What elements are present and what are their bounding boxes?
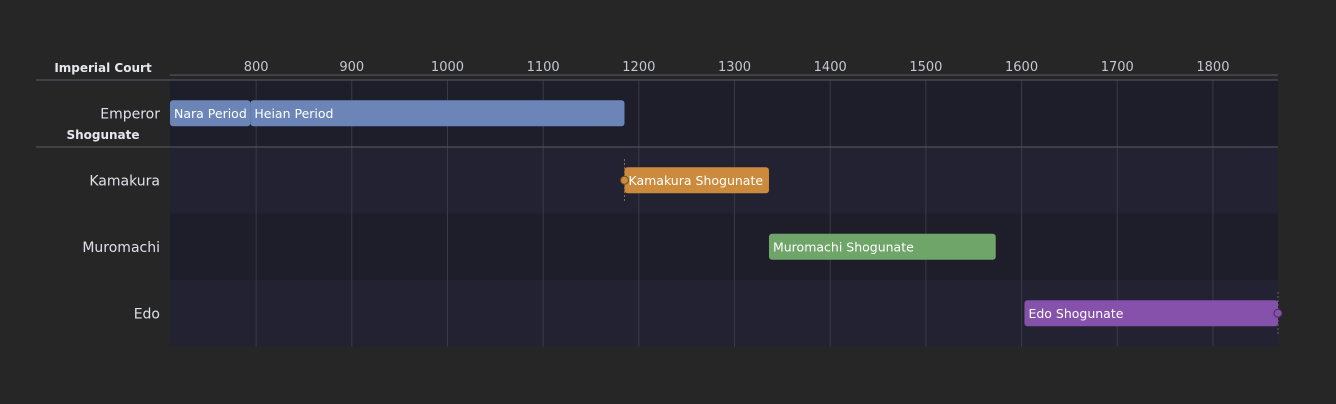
bar-label-edo-shogunate: Edo Shogunate: [1028, 306, 1123, 321]
tick-label-1100: 1100: [527, 60, 560, 75]
tick-label-1700: 1700: [1101, 60, 1134, 75]
bar-label-nara-period: Nara Period: [174, 106, 247, 121]
tick-label-1200: 1200: [622, 60, 655, 75]
tick-label-1400: 1400: [814, 60, 847, 75]
x-axis-ticks: 800 900 1000 1100 1200 1300 1400 1500 1600 1700 18…: [170, 60, 1278, 76]
tick-label-1600: 1600: [1005, 60, 1038, 75]
row-label-edo: Edo: [134, 306, 160, 322]
bar-heian-period: Heian Period: [250, 100, 625, 127]
bar-label-heian-period: Heian Period: [254, 106, 333, 121]
tick-label-900: 900: [339, 60, 364, 75]
row-label-muromachi: Muromachi: [82, 240, 160, 256]
tick-label-1800: 1800: [1196, 60, 1229, 75]
bar-label-muromachi-shogunate: Muromachi Shogunate: [773, 239, 914, 254]
bar-label-kamakura-shogunate: Kamakura Shogunate: [628, 173, 763, 188]
bar-muromachi-shogunate: Muromachi Shogunate: [768, 233, 996, 260]
row-band-muromachi: [170, 213, 1278, 280]
bar-start-marker: [619, 175, 629, 185]
row-label-kamakura: Kamakura: [89, 173, 160, 189]
tick-label-800: 800: [244, 60, 269, 75]
group-label-shogunate: Shogunate: [66, 128, 139, 142]
tick-label-1500: 1500: [909, 60, 942, 75]
tick-label-1300: 1300: [718, 60, 751, 75]
group-label-imperial-court: Imperial Court: [54, 61, 152, 75]
row-label-emperor: Emperor: [100, 106, 160, 122]
tick-label-1000: 1000: [431, 60, 464, 75]
timeline-chart: 800 900 1000 1100 1200 1300 1400 1500 1600 1700 18…: [36, 60, 1283, 347]
bar-end-marker: [1273, 308, 1283, 318]
bar-nara-period: Nara Period: [170, 100, 251, 127]
